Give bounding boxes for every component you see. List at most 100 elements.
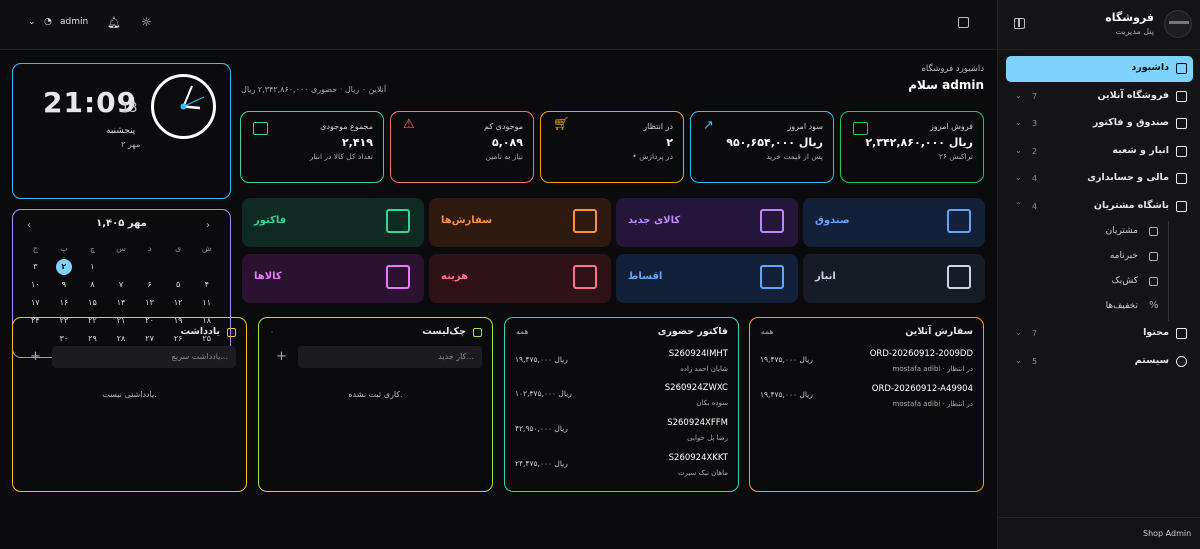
mail-icon: [1149, 252, 1158, 261]
chevron-down-icon: ⌄: [1015, 145, 1022, 155]
theme-toggle-icon[interactable]: ☼: [141, 15, 152, 29]
calendar-weekday: ش: [201, 244, 212, 253]
box-icon: [253, 122, 268, 135]
sidebar-subitem-newsletter[interactable]: خبرنامه: [1006, 246, 1168, 271]
tile-products[interactable]: کالاها: [242, 254, 424, 303]
sidebar-item-finance[interactable]: مالی و حسابداری 4 ⌄: [1006, 166, 1193, 192]
sidebar-collapse-icon[interactable]: [1014, 18, 1025, 29]
empty-message: کاری ثبت نشده.: [348, 390, 403, 399]
invoice-row[interactable]: S260924IMHT شایان احمد زاده ۱۹,۴۷۵,۰۰۰ ر…: [515, 349, 728, 381]
sidebar-subitem-cashback[interactable]: کش‌بک: [1006, 271, 1168, 296]
sidebar-subitem-discounts[interactable]: % تخفیف‌ها: [1006, 296, 1168, 321]
sidebar-item-count: 4: [1032, 174, 1038, 183]
calendar-day[interactable]: ۶: [135, 277, 164, 293]
invoice-row[interactable]: S260924XKKT ماهان نیک سیرت ۲۴,۴۷۵,۰۰۰ ری…: [515, 453, 728, 485]
calendar-day[interactable]: ۱: [78, 259, 107, 275]
calendar-day[interactable]: ۱۵: [78, 295, 107, 311]
calendar-day[interactable]: ۵: [164, 277, 193, 293]
stat-title: موجودی کم: [484, 122, 523, 131]
sidebar-subitem-customers[interactable]: مشتریان: [1006, 221, 1168, 246]
user-name[interactable]: admin: [60, 17, 88, 27]
store-title: فروشگاه: [1105, 11, 1154, 24]
stat-title: در انتظار: [643, 122, 673, 131]
invoice-amount: ۲۴,۴۷۵,۰۰۰ ریال: [515, 459, 568, 468]
invoice-row[interactable]: S260924ZWXC سوده بکان ۱۰۲,۳۷۵,۰۰۰ ریال: [515, 383, 728, 415]
sidebar-item-dashboard[interactable]: داشبورد: [1006, 56, 1193, 82]
stat-sub: • در پردازش: [632, 152, 673, 161]
tile-new-product[interactable]: کالای جدید: [616, 198, 798, 247]
online-orders-panel: سفارش آنلاین همه ORD-20260912-2009DD mos…: [749, 317, 984, 492]
calendar-weekday: س: [116, 244, 126, 253]
tile-installments[interactable]: اقساط: [616, 254, 798, 303]
chevron-down-icon: ⌄: [1015, 355, 1022, 365]
sidebar-header: فروشگاه پنل مدیریت: [998, 0, 1200, 50]
panel-title: چک‌لیست: [422, 326, 466, 337]
order-row[interactable]: ORD-20260912-A49904 mostafa adibi · در ا…: [760, 384, 973, 416]
chevron-down-icon: ⌄: [1015, 90, 1022, 100]
stat-title: فروش امروز: [929, 122, 973, 131]
sidebar-item-system[interactable]: سیستم 5 ⌄: [1006, 349, 1193, 375]
add-task-button[interactable]: +: [276, 349, 287, 364]
calendar-day[interactable]: ۹: [50, 277, 79, 293]
invoice-customer: سوده بکان: [696, 399, 728, 407]
view-all-link[interactable]: همه: [761, 327, 773, 336]
invoice-row[interactable]: S260924XFFM رضا پل خوابی ۴۲,۹۵۰,۰۰۰ ریال: [515, 418, 728, 450]
stat-sub: تعداد کل کالا در انبار: [309, 152, 373, 161]
stat-value: ۲,۳۴۲,۸۶۰,۰۰۰ ریال: [865, 136, 973, 149]
calendar-day[interactable]: ۳: [21, 259, 50, 275]
stat-card-low-stock[interactable]: موجودی کم ۵,۰۸۹ نیاز به تامین ⚠︎: [390, 111, 534, 183]
invoice-amount: ۱۹,۴۷۵,۰۰۰ ریال: [515, 355, 568, 364]
note-input[interactable]: یادداشت سریع...: [52, 346, 236, 368]
stat-card-today-sales[interactable]: فروش امروز ۲,۳۴۲,۸۶۰,۰۰۰ ریال ۲۶ تراکنش: [840, 111, 984, 183]
tile-invoice[interactable]: فاکتور: [242, 198, 424, 247]
tile-expense[interactable]: هزینه: [429, 254, 611, 303]
bell-icon[interactable]: 🔔︎: [107, 16, 121, 29]
panel-toggle-icon[interactable]: [958, 17, 969, 28]
calendar-day: [192, 259, 221, 275]
add-note-button[interactable]: +: [30, 349, 41, 364]
order-code: ORD-20260912-A49904: [871, 384, 973, 394]
calendar-day[interactable]: ۸: [78, 277, 107, 293]
sidebar-item-customer-club[interactable]: باشگاه مشتریان 4 ⌃: [1006, 194, 1193, 220]
calendar-prev-icon[interactable]: ›: [206, 220, 210, 231]
sidebar-item-content[interactable]: محتوا 7 ⌄: [1006, 321, 1193, 347]
tile-cashbox[interactable]: صندوق: [803, 198, 985, 247]
stat-card-pending[interactable]: در انتظار ۲ • در پردازش 🛒︎: [540, 111, 684, 183]
calendar-day[interactable]: ۱۷: [21, 295, 50, 311]
calendar-day: [164, 259, 193, 275]
sidebar-item-warehouse[interactable]: انبار و شعبه 2 ⌄: [1006, 139, 1193, 165]
view-all-link[interactable]: همه: [516, 327, 528, 336]
sidebar-item-cashbox[interactable]: صندوق و فاکتور 3 ⌄: [1006, 111, 1193, 137]
invoice-amount: ۴۲,۹۵۰,۰۰۰ ریال: [515, 424, 568, 433]
order-customer: mostafa adibi · در انتظار: [892, 365, 974, 373]
calendar-day[interactable]: ۱۲: [164, 295, 193, 311]
calendar-next-icon[interactable]: ‹: [27, 220, 31, 231]
sidebar-subitem-label: مشتریان: [1105, 226, 1138, 236]
task-input[interactable]: کار جدید...: [298, 346, 482, 368]
tile-label: هزینه: [441, 271, 469, 282]
sidebar-item-count: 7: [1032, 329, 1038, 338]
user-menu-chevron-icon[interactable]: ⌄: [28, 17, 36, 27]
panel-title: یادداشت: [180, 326, 220, 337]
tile-warehouse[interactable]: انبار: [803, 254, 985, 303]
tile-orders[interactable]: سفارش‌ها: [429, 198, 611, 247]
calendar-day[interactable]: ۱۴: [107, 295, 136, 311]
calendar-day[interactable]: ۱۰: [21, 277, 50, 293]
stat-sub: نیاز به تامین: [485, 152, 524, 161]
stat-card-total-stock[interactable]: مجموع موجودی ۲,۴۱۹ تعداد کل کالا در انبا…: [240, 111, 384, 183]
sidebar-item-label: فروشگاه آنلاین: [1097, 89, 1169, 101]
calendar-day[interactable]: ۴: [192, 277, 221, 293]
calendar-day[interactable]: ۲: [55, 259, 72, 275]
calendar-day[interactable]: ۱۱: [192, 295, 221, 311]
invoice-code: S260924XKKT: [668, 453, 728, 463]
sidebar-item-online-store[interactable]: فروشگاه آنلاین 7 ⌄: [1006, 84, 1193, 110]
calendar-day[interactable]: ۱۶: [50, 295, 79, 311]
analog-clock-icon: [151, 74, 216, 139]
order-row[interactable]: ORD-20260912-2009DD mostafa adibi · در ا…: [760, 349, 973, 381]
warehouse-icon: [947, 265, 971, 289]
sales-summary: آنلاین ۰ ریال · حضوری ۲,۳۴۲,۸۶۰,۰۰۰ ریال: [241, 85, 387, 94]
invoice-customer: شایان احمد زاده: [680, 365, 728, 373]
calendar-day[interactable]: ۱۳: [135, 295, 164, 311]
calendar-day[interactable]: ۷: [107, 277, 136, 293]
stat-card-today-profit[interactable]: سود امروز ۹۵۰,۶۵۴,۰۰۰ ریال پس از قیمت خر…: [690, 111, 834, 183]
